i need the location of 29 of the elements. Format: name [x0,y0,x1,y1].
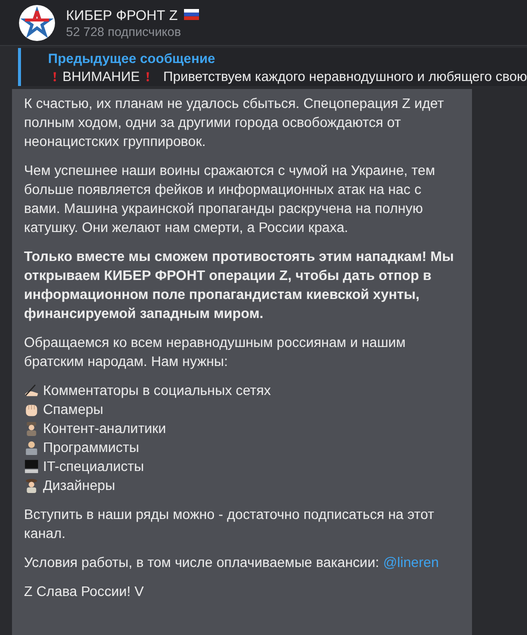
list-item-text: IT-специалисты [43,457,144,476]
reply-label: Предыдущее сообщение [48,51,216,66]
list-item-text: Спамеры [43,400,104,419]
channel-title: КИБЕР ФРОНТ Z [66,6,178,22]
flag-icon [184,9,199,20]
list-item-text: Программисты [43,438,140,457]
artist-icon [24,478,39,493]
star-logo [19,4,55,40]
exclamation-icon [146,70,150,84]
message-paragraph: Обращаемся ко всем неравнодушным россиянам и нашим братским народам. Нам нужны: [24,333,407,371]
message-paragraph: Чем успешнее наши воины сражаются с чумой на Украине, тем больше появляется фейков и информационных атак на нас с вами. Машина украинской пропаганды раскручена на полную катушку. Они желают нам смерти, а России краха. [24,161,436,237]
person-icon [24,421,39,436]
message-paragraph: Только вместе мы сможем противостоять этим нападкам! Мы открываем КИБЕР ФРОНТ операции Z, чтобы дать отпор в информационном поле пропагандистам киевской хунты, финансируемой западным миром. [24,247,454,323]
exclamation-icon [53,70,57,84]
writing-hand-icon [24,383,39,398]
subscriber-count: 52 728 подписчиков [66,24,182,38]
message-paragraph: Условия работы, в том числе оплачиваемые вакансии: [24,554,380,570]
message-paragraph: Вступить в наши ряды можно - достаточно подписаться на этот канал. [24,505,436,543]
message-paragraph: Z Слава России! V [24,582,145,601]
reply-prefix: ВНИМАНИЕ [62,69,140,84]
reply-preview[interactable]: Предыдущее сообщение ВНИМАНИЕ Приветствуем каждого неравнодушного и любящего свою [18,48,527,86]
computer-icon [24,459,39,474]
message-paragraph: К счастью, их планам не удалось сбыться. Спецоперация Z идет полным ходом, одни за другими города освобождаются от неонацистских группировок. [24,94,445,151]
fist-icon [24,402,39,417]
reply-text: Приветствуем каждого неравнодушного и любящего свою [163,69,527,84]
list-item-text: Дизайнеры [43,476,116,495]
list-item-text: Комментаторы в социальных сетях [43,381,271,400]
list-item-text: Контент-аналитики [43,419,166,438]
person-laptop-icon [24,440,39,455]
